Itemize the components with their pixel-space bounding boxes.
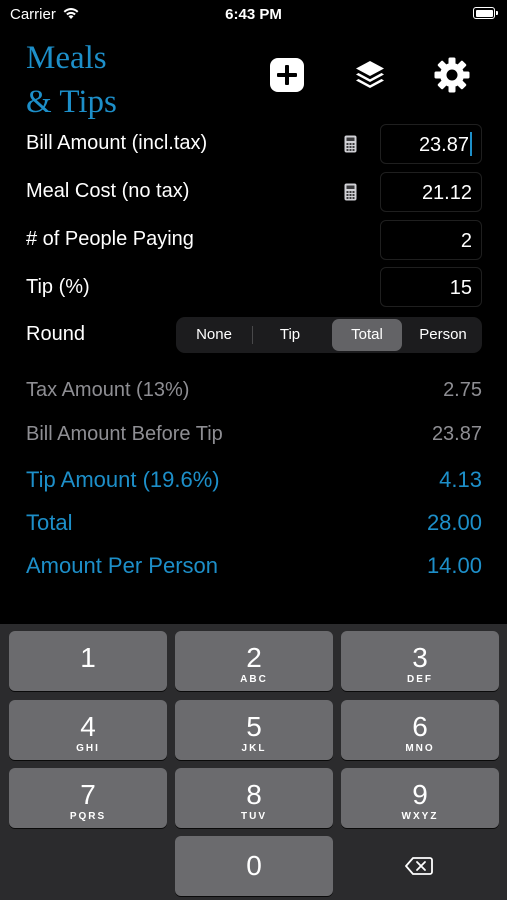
segment-divider: [252, 326, 253, 344]
calculator-icon[interactable]: [344, 135, 357, 153]
key-digit: 8: [246, 779, 262, 810]
round-option-person[interactable]: Person: [406, 319, 480, 351]
key-8[interactable]: 8 TUV: [175, 768, 333, 828]
battery-icon: [473, 7, 498, 19]
round-option-none[interactable]: None: [178, 319, 250, 351]
layers-button[interactable]: [350, 55, 390, 95]
total-label: Total: [26, 510, 73, 535]
people-label: # of People Paying: [26, 228, 194, 250]
key-digit: 3: [412, 642, 428, 673]
per-person-value: 14.00: [426, 553, 482, 578]
key-letters: GHI: [76, 743, 100, 754]
settings-button[interactable]: [432, 55, 472, 95]
round-segmented-control: None Tip Total Person: [176, 317, 482, 353]
text-cursor: [470, 131, 472, 156]
status-bar: Carrier 6:43 PM: [0, 0, 507, 30]
key-letters: WXYZ: [401, 811, 439, 822]
key-letters: MNO: [405, 743, 435, 754]
key-6[interactable]: 6 MNO: [341, 700, 499, 760]
key-4[interactable]: 4 GHI: [9, 700, 167, 760]
key-letters: DEF: [407, 674, 433, 685]
key-letters: TUV: [241, 811, 267, 822]
total-value: 28.00: [426, 510, 482, 535]
backspace-icon: [405, 857, 433, 875]
key-digit: 4: [80, 711, 96, 742]
delete-key[interactable]: [340, 836, 498, 896]
app-title: Meals & Tips: [26, 36, 117, 124]
key-digit: 2: [246, 642, 262, 673]
tax-amount-value: 2.75: [443, 379, 482, 401]
key-digit: 7: [80, 779, 96, 810]
key-digit: 1: [80, 642, 96, 673]
plus-square-icon: [270, 58, 304, 92]
key-letters: PQRS: [69, 811, 107, 822]
key-5[interactable]: 5 JKL: [175, 700, 333, 760]
before-tip-label: Bill Amount Before Tip: [26, 423, 223, 445]
key-letters: JKL: [241, 743, 267, 754]
tip-amount-value: 4.13: [439, 467, 482, 492]
before-tip-value: 23.87: [431, 423, 482, 445]
layers-icon: [356, 61, 384, 88]
bill-amount-label: Bill Amount (incl.tax): [26, 132, 208, 154]
key-letters: ABC: [240, 674, 268, 685]
tax-amount-label: Tax Amount (13%): [26, 379, 190, 401]
tip-percent-field[interactable]: 15: [380, 267, 482, 307]
round-label: Round: [26, 323, 85, 345]
clock: 6:43 PM: [225, 6, 282, 23]
key-digit: 0: [246, 850, 262, 881]
meal-cost-label: Meal Cost (no tax): [26, 180, 190, 202]
app-title-line2: & Tips: [26, 84, 117, 120]
meal-cost-field[interactable]: 21.12: [380, 172, 482, 212]
key-3[interactable]: 3 DEF: [341, 631, 499, 691]
key-digit: 9: [412, 779, 428, 810]
bill-amount-field[interactable]: 23.87: [380, 124, 482, 164]
round-option-tip[interactable]: Tip: [254, 319, 326, 351]
gear-icon: [434, 57, 470, 93]
calculator-icon[interactable]: [344, 183, 357, 201]
per-person-label: Amount Per Person: [26, 553, 218, 578]
key-7[interactable]: 7 PQRS: [9, 768, 167, 828]
people-field[interactable]: 2: [380, 220, 482, 260]
app-title-line1: Meals: [26, 40, 107, 76]
key-2[interactable]: 2 ABC: [175, 631, 333, 691]
round-option-total[interactable]: Total: [332, 319, 402, 351]
tip-percent-label: Tip (%): [26, 276, 90, 298]
key-9[interactable]: 9 WXYZ: [341, 768, 499, 828]
key-1[interactable]: 1: [9, 631, 167, 691]
bill-amount-value: 23.87: [418, 134, 469, 156]
add-button[interactable]: [267, 55, 307, 95]
key-digit: 5: [246, 711, 262, 742]
key-0[interactable]: 0: [175, 836, 333, 896]
key-digit: 6: [412, 711, 428, 742]
tip-amount-label: Tip Amount (19.6%): [26, 467, 220, 492]
